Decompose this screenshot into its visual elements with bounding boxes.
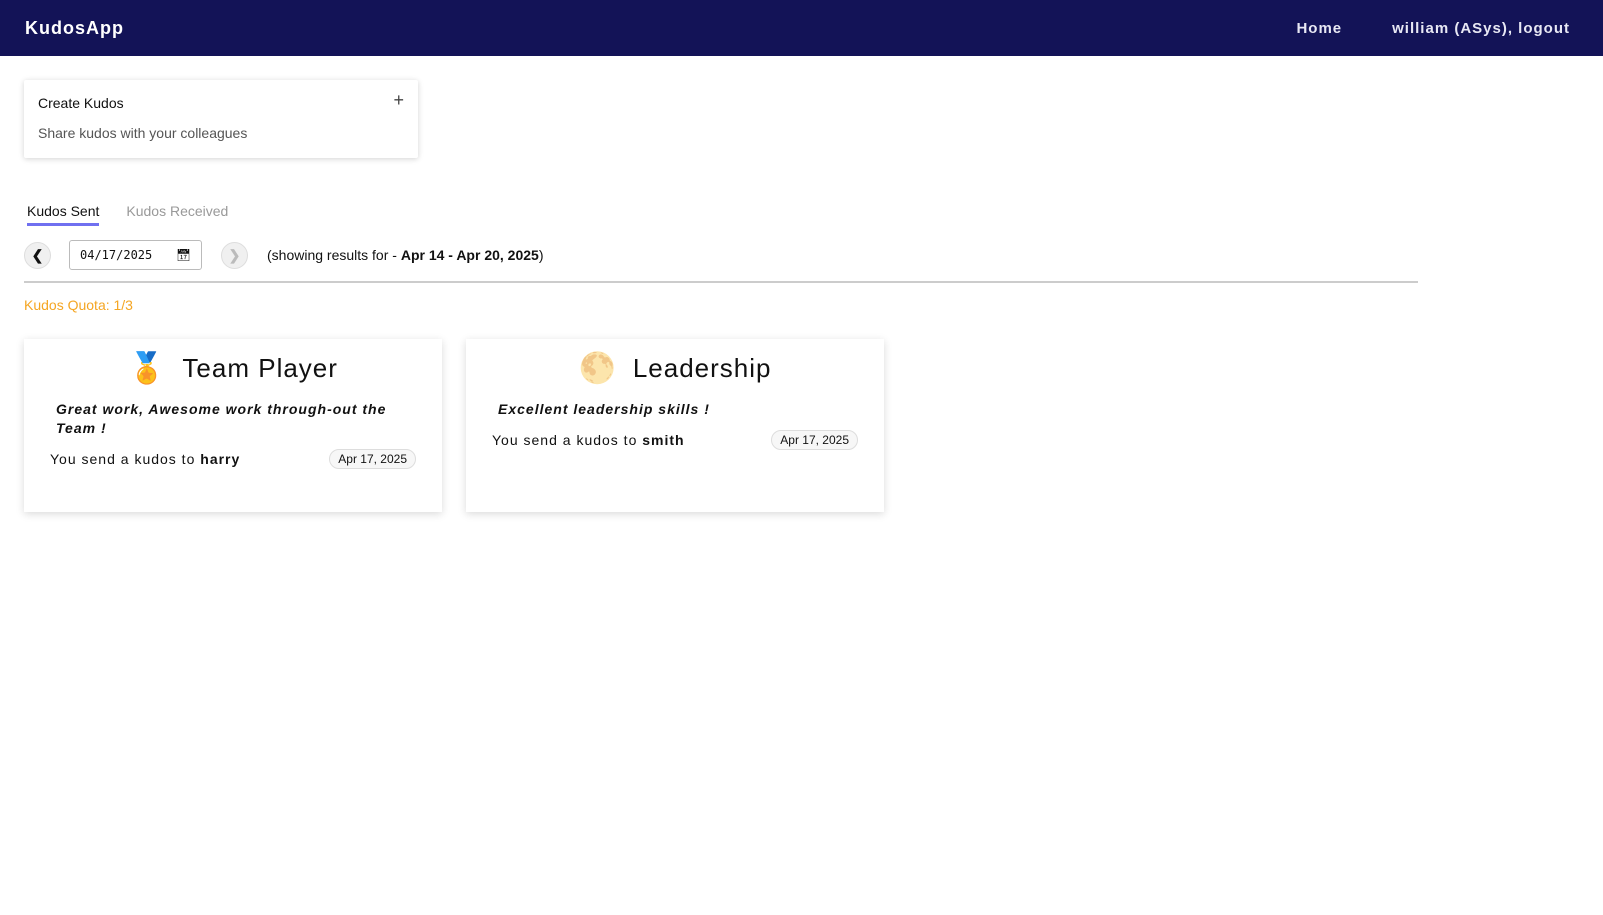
medal-icon: 🏅 <box>128 352 167 385</box>
date-navigation: ❮ 04/17/2025 📅︎ ❯ (showing results for -… <box>24 240 544 270</box>
kudos-tabs: Kudos Sent Kudos Received <box>27 203 228 226</box>
range-prefix: (showing results for - <box>267 247 401 263</box>
recipient-prefix: You send a kudos to <box>492 432 643 448</box>
results-range-text: (showing results for - Apr 14 - Apr 20, … <box>267 247 544 263</box>
kudos-quota: Kudos Quota: 1/3 <box>24 297 133 313</box>
create-kudos-title: Create Kudos <box>38 95 124 111</box>
previous-week-button[interactable]: ❮ <box>24 241 51 269</box>
tab-kudos-received[interactable]: Kudos Received <box>126 203 228 226</box>
date-input[interactable]: 04/17/2025 📅︎ <box>69 240 202 270</box>
kudos-card: 🏅 Team Player Great work, Awesome work th… <box>24 339 442 512</box>
recipient-prefix: You send a kudos to <box>50 451 201 467</box>
leadership-badge-icon: 🌕 <box>578 352 617 385</box>
kudos-card: 🌕 Leadership Excellent leadership skills … <box>466 339 884 512</box>
kudos-recipient-text: You send a kudos to harry <box>50 451 240 467</box>
date-input-value: 04/17/2025 <box>80 248 153 262</box>
create-kudos-card[interactable]: Create Kudos Share kudos with your colle… <box>24 80 418 158</box>
kudos-message: Excellent leadership skills ! <box>498 401 710 417</box>
tab-kudos-sent[interactable]: Kudos Sent <box>27 203 100 226</box>
nav-home-link[interactable]: Home <box>1296 20 1342 37</box>
nav-user-logout-link[interactable]: william (ASys), logout <box>1392 20 1570 37</box>
kudos-recipient-text: You send a kudos to smith <box>492 432 685 448</box>
create-kudos-subtitle: Share kudos with your colleagues <box>38 125 248 141</box>
kudos-title: Team Player <box>182 353 338 383</box>
calendar-icon[interactable]: 📅︎ <box>176 248 191 262</box>
recipient-name: harry <box>200 451 241 467</box>
divider <box>24 281 1418 283</box>
next-week-button[interactable]: ❯ <box>221 241 248 269</box>
range-suffix: ) <box>538 247 544 263</box>
top-navbar: KudosApp Home william (ASys), logout <box>0 0 1603 56</box>
date-badge: Apr 17, 2025 <box>329 449 416 469</box>
range-value: Apr 14 - Apr 20, 2025 <box>400 247 539 263</box>
app-brand[interactable]: KudosApp <box>25 18 124 39</box>
plus-icon[interactable]: + <box>393 90 404 111</box>
date-badge: Apr 17, 2025 <box>771 430 858 450</box>
kudos-title: Leadership <box>632 353 772 383</box>
kudos-message: Great work, Awesome work through-out the… <box>56 401 387 436</box>
recipient-name: smith <box>642 432 685 448</box>
